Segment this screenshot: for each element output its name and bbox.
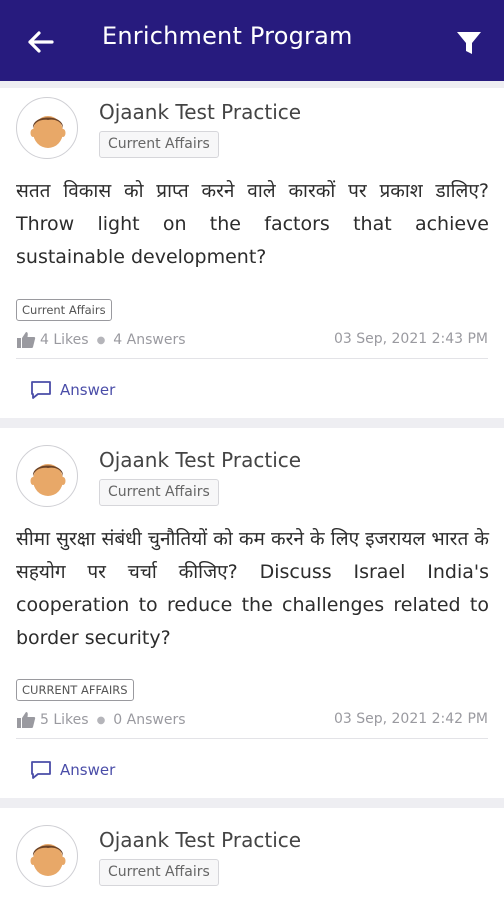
question-text[interactable]: सतत विकास को प्राप्त करने वाले कारकों पर… [16, 175, 489, 274]
author-name: Ojaank Test Practice [99, 100, 302, 124]
author-name: Ojaank Test Practice [99, 448, 302, 472]
answer-button[interactable]: Answer [30, 380, 115, 400]
category-chip: Current Affairs [99, 859, 219, 886]
divider [16, 738, 488, 739]
avatar[interactable] [16, 825, 78, 887]
post-date: 03 Sep, 2021 2:42 PM [333, 711, 488, 727]
answer-label: Answer [60, 761, 116, 779]
post-stats: 5 Likes ● 0 Answers [16, 711, 186, 729]
tag-chip[interactable]: Current Affairs [16, 299, 112, 321]
question-text[interactable]: सीमा सुरक्षा संबंधी चुनौतियों को कम करने… [16, 523, 489, 655]
funnel-filter-icon [457, 32, 481, 54]
post-date: 03 Sep, 2021 2:43 PM [333, 331, 488, 347]
arrow-left-icon [28, 31, 54, 53]
category-chip: Current Affairs [99, 131, 219, 158]
filter-button[interactable] [452, 26, 486, 60]
post-card: Ojaank Test Practice Current Affairs सीम… [0, 428, 504, 798]
answers-count: 0 Answers [113, 712, 186, 728]
author-name: Ojaank Test Practice [99, 828, 302, 852]
thumbs-up-icon[interactable] [16, 711, 36, 729]
page-title: Enrichment Program [102, 22, 353, 50]
category-chip: Current Affairs [99, 479, 219, 506]
answer-label: Answer [60, 381, 116, 399]
thumbs-up-icon[interactable] [16, 331, 36, 349]
separator-dot: ● [96, 714, 106, 726]
comment-icon [31, 761, 51, 779]
avatar[interactable] [16, 97, 78, 159]
comment-icon [31, 381, 51, 399]
user-avatar-icon [30, 844, 66, 876]
likes-count: 5 Likes [40, 712, 89, 728]
tag-chip[interactable]: CURRENT AFFAIRS [16, 679, 134, 701]
post-stats: 4 Likes ● 4 Answers [16, 331, 186, 349]
avatar[interactable] [16, 445, 78, 507]
answers-count: 4 Answers [113, 332, 186, 348]
answer-button[interactable]: Answer [30, 760, 115, 780]
user-avatar-icon [30, 116, 66, 148]
user-avatar-icon [30, 464, 66, 496]
post-card: Ojaank Test Practice Current Affairs सतत… [0, 88, 504, 418]
app-bar: Enrichment Program [0, 0, 504, 81]
back-button[interactable] [22, 24, 58, 60]
likes-count: 4 Likes [40, 332, 89, 348]
separator-dot: ● [96, 334, 106, 346]
divider [16, 358, 488, 359]
post-card: Ojaank Test Practice Current Affairs [0, 808, 504, 900]
